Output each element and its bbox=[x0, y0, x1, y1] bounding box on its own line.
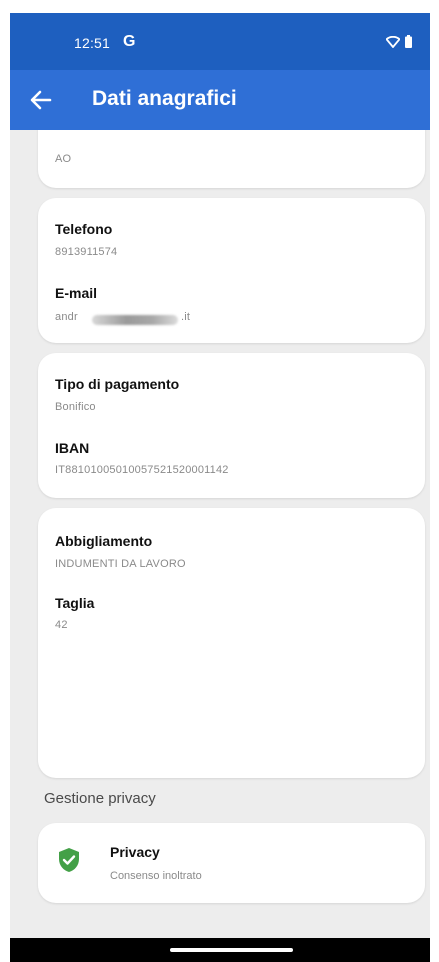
status-time: 12:51 bbox=[74, 35, 111, 51]
system-nav-bar bbox=[10, 938, 430, 962]
status-icons bbox=[386, 35, 412, 48]
status-bar: 12:51 G bbox=[10, 13, 430, 70]
battery-icon bbox=[405, 35, 412, 48]
privacy-item[interactable]: Privacy Consenso inoltrato bbox=[38, 823, 425, 903]
iban-value: IT88101005010057521520001142 bbox=[55, 464, 229, 476]
privacy-section-title: Gestione privacy bbox=[44, 790, 156, 807]
app-bar: Dati anagrafici bbox=[10, 70, 430, 130]
payment-type-label: Tipo di pagamento bbox=[55, 376, 180, 392]
scroll-content[interactable]: AO Telefono 8913911574 E-mail andr .it T… bbox=[10, 130, 430, 938]
email-value-prefix: andr bbox=[55, 311, 78, 323]
size-value: 42 bbox=[55, 619, 68, 631]
google-icon: G bbox=[123, 33, 136, 50]
wifi-icon bbox=[386, 35, 400, 48]
shield-check-icon bbox=[59, 848, 79, 872]
payment-type-value: Bonifico bbox=[55, 401, 96, 413]
email-value-suffix: .it bbox=[181, 311, 191, 323]
address-card: AO bbox=[38, 130, 425, 188]
contact-card: Telefono 8913911574 E-mail andr .it bbox=[38, 198, 425, 343]
home-indicator[interactable] bbox=[170, 948, 293, 952]
province-value: AO bbox=[55, 153, 72, 165]
phone-label: Telefono bbox=[55, 221, 113, 237]
clothing-label: Abbigliamento bbox=[55, 533, 153, 549]
clothing-value: INDUMENTI DA LAVORO bbox=[55, 558, 186, 570]
privacy-item-title: Privacy bbox=[110, 844, 160, 860]
clothing-card: Abbigliamento INDUMENTI DA LAVORO Taglia… bbox=[38, 508, 425, 778]
phone-screen: 12:51 G Dati anagrafici AO Telefono 8913… bbox=[10, 13, 430, 962]
phone-value: 8913911574 bbox=[55, 246, 118, 258]
size-label: Taglia bbox=[55, 595, 95, 611]
back-arrow-icon[interactable] bbox=[28, 87, 54, 113]
payment-card: Tipo di pagamento Bonifico IBAN IT881010… bbox=[38, 353, 425, 498]
email-label: E-mail bbox=[55, 285, 98, 301]
page-title: Dati anagrafici bbox=[92, 87, 237, 110]
email-redaction bbox=[92, 315, 178, 325]
privacy-item-subtitle: Consenso inoltrato bbox=[110, 870, 202, 882]
iban-label: IBAN bbox=[55, 440, 90, 456]
